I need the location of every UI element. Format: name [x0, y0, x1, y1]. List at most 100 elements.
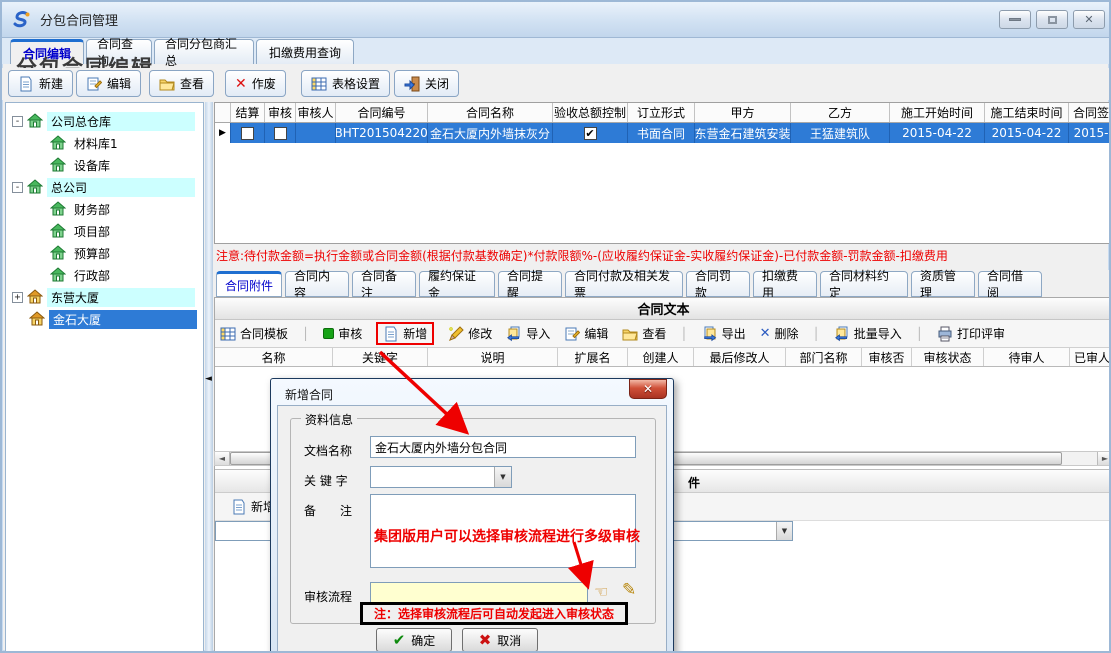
doc-name-input[interactable] — [370, 436, 636, 458]
building-icon — [29, 311, 45, 327]
tab-payments-invoices[interactable]: 合同付款及相关发票 — [565, 271, 683, 297]
dialog-body: 资料信息 文档名称 关 键 字 ▼ 备 注 集团版用户可以选择审核流程进行多级审… — [277, 405, 667, 653]
add-button-highlight: 新增 — [376, 322, 434, 345]
edit-button[interactable]: 编辑 — [76, 70, 141, 97]
tab-contract-penalty[interactable]: 合同罚款 — [686, 271, 750, 297]
batch-import-button[interactable]: 批量导入 — [834, 325, 902, 342]
tab-material-agreement[interactable]: 合同材料约定 — [820, 271, 908, 297]
scroll-right-icon[interactable]: ► — [1097, 452, 1111, 465]
restore-button[interactable] — [1036, 10, 1068, 29]
app-logo-icon — [12, 10, 32, 30]
tree-item-equipment-store[interactable]: 设备库 — [50, 155, 114, 175]
chevron-down-icon[interactable]: ▼ — [494, 467, 511, 487]
acceptance-checkbox[interactable]: ✔ — [584, 127, 597, 140]
files-toolbar: 合同模板 │ 审核 新增 修改 导入 编辑 查看 │ 导出 ✕删除 │ — [215, 320, 1111, 348]
folder-icon — [622, 326, 638, 342]
collapse-icon[interactable]: - — [12, 182, 23, 193]
house-icon — [50, 201, 66, 217]
settle-checkbox[interactable] — [241, 127, 254, 140]
import-button[interactable]: 导入 — [506, 325, 550, 342]
house-icon — [50, 135, 66, 151]
edit-notepad-icon — [86, 76, 102, 92]
tab-qualification[interactable]: 资质管理 — [911, 271, 975, 297]
tab-contract-content[interactable]: 合同内容 — [285, 271, 349, 297]
tree-item-company-warehouse[interactable]: - 公司总仓库 — [12, 111, 195, 131]
auditor-cell — [296, 123, 336, 143]
tab-contract-remark[interactable]: 合同备注 — [352, 271, 416, 297]
tree-item-material-store[interactable]: 材料库1 — [50, 133, 122, 153]
tree-item-project-dept[interactable]: 项目部 — [50, 221, 114, 241]
minimize-button[interactable] — [999, 10, 1031, 29]
edit-notepad-icon — [564, 326, 580, 342]
house-icon — [50, 223, 66, 239]
dialog-title: 新增合同 — [285, 386, 333, 403]
add-button[interactable]: 新增 — [383, 325, 427, 342]
contract-code-cell: FBHT2015042201 — [336, 123, 428, 143]
tree-item-jinshi-tower[interactable]: 金石大厦 — [29, 309, 197, 329]
house-icon — [50, 245, 66, 261]
house-icon — [50, 157, 66, 173]
sign-date-cell: 2015- — [1069, 123, 1111, 143]
scroll-left-icon[interactable]: ◄ — [215, 452, 230, 465]
splitter-collapse-icon[interactable]: ◄ — [205, 374, 212, 384]
folder-icon — [159, 76, 175, 92]
tree-splitter[interactable]: ◄ — [205, 102, 213, 652]
tab-withholding-fee[interactable]: 扣缴费用 — [753, 271, 817, 297]
tree-item-head-office[interactable]: - 总公司 — [12, 177, 195, 197]
flow-input[interactable] — [370, 582, 588, 603]
print-review-button[interactable]: 打印评审 — [937, 325, 1005, 342]
audit-checkbox[interactable] — [274, 127, 287, 140]
title-bar: 分包合同管理 ✕ — [2, 2, 1111, 38]
template-button[interactable]: 合同模板 — [220, 325, 288, 342]
void-button[interactable]: ✕作废 — [225, 70, 286, 97]
party-a-cell: 东营金石建筑安装 — [695, 123, 791, 143]
tree-item-admin-dept[interactable]: 行政部 — [50, 265, 114, 285]
contracts-grid: 结算 审核 审核人 合同编号 合同名称 验收总额控制 订立形式 甲方 乙方 施工… — [214, 102, 1111, 244]
tree-item-budget-dept[interactable]: 预算部 — [50, 243, 114, 263]
dialog-close-button[interactable]: ✕ — [629, 379, 667, 399]
contract-row-selected[interactable]: ▶ FBHT2015042201 金石大厦内外墙抹灰分 ✔ 书面合同 东营金石建… — [215, 123, 1111, 143]
view-button[interactable]: 查看 — [149, 70, 214, 97]
void-x-icon: ✕ — [235, 76, 247, 92]
pick-flow-hand-icon[interactable]: ☜ — [594, 582, 608, 601]
flow-label: 审核流程 — [304, 588, 352, 605]
cancel-button[interactable]: ✖ 取消 — [462, 628, 538, 652]
chevron-down-icon[interactable]: ▼ — [776, 522, 792, 540]
org-tree: - 公司总仓库 材料库1 设备库 - 总公司 财务部 项目部 预算部 行政部 + — [5, 102, 204, 652]
delete-button[interactable]: ✕删除 — [760, 325, 799, 342]
export-button[interactable]: 导出 — [702, 325, 746, 342]
contract-form-cell: 书面合同 — [628, 123, 695, 143]
tab-contract-borrow[interactable]: 合同借阅 — [978, 271, 1042, 297]
new-doc-icon — [383, 326, 399, 342]
lower-add-button[interactable]: 新增 — [231, 498, 275, 515]
close-button[interactable]: ✕ — [1073, 10, 1105, 29]
tab-performance-bond[interactable]: 履约保证金 — [419, 271, 495, 297]
keyword-combobox[interactable]: ▼ — [370, 466, 512, 488]
tab-contract-reminder[interactable]: 合同提醒 — [498, 271, 562, 297]
modify-button[interactable]: 修改 — [448, 325, 492, 342]
detail-tabstrip: 合同附件 合同内容 合同备注 履约保证金 合同提醒 合同付款及相关发票 合同罚款… — [214, 270, 1111, 297]
new-button[interactable]: 新建 — [8, 70, 73, 97]
minimize-icon — [1009, 18, 1021, 21]
edit-file-button[interactable]: 编辑 — [564, 325, 608, 342]
tab-attachments[interactable]: 合同附件 — [216, 271, 282, 297]
tab-subcontractor-summary[interactable]: 合同分包商汇总 — [154, 39, 254, 64]
close-module-button[interactable]: 关闭 — [394, 70, 459, 97]
collapse-icon[interactable]: - — [12, 116, 23, 127]
end-date-cell: 2015-04-22 — [985, 123, 1069, 143]
main-tabstrip: 合同编辑 合同查询 合同分包商汇总 扣缴费用查询 — [2, 38, 1111, 64]
edit-flow-pen-icon[interactable]: ✎ — [622, 580, 636, 600]
tree-item-dongying-tower[interactable]: + 东营大厦 — [12, 287, 195, 307]
tree-item-finance-dept[interactable]: 财务部 — [50, 199, 114, 219]
ok-button[interactable]: ✔ 确定 — [376, 628, 452, 652]
start-date-cell: 2015-04-22 — [890, 123, 985, 143]
expand-icon[interactable]: + — [12, 292, 23, 303]
table-icon — [311, 76, 327, 92]
audit-button[interactable]: 审核 — [323, 325, 362, 342]
close-icon: ✕ — [643, 382, 653, 396]
row-marker-icon: ▶ — [219, 128, 226, 138]
table-settings-button[interactable]: 表格设置 — [301, 70, 390, 97]
printer-icon — [937, 326, 953, 342]
view-file-button[interactable]: 查看 — [622, 325, 666, 342]
tab-withholding-query[interactable]: 扣缴费用查询 — [256, 39, 354, 64]
